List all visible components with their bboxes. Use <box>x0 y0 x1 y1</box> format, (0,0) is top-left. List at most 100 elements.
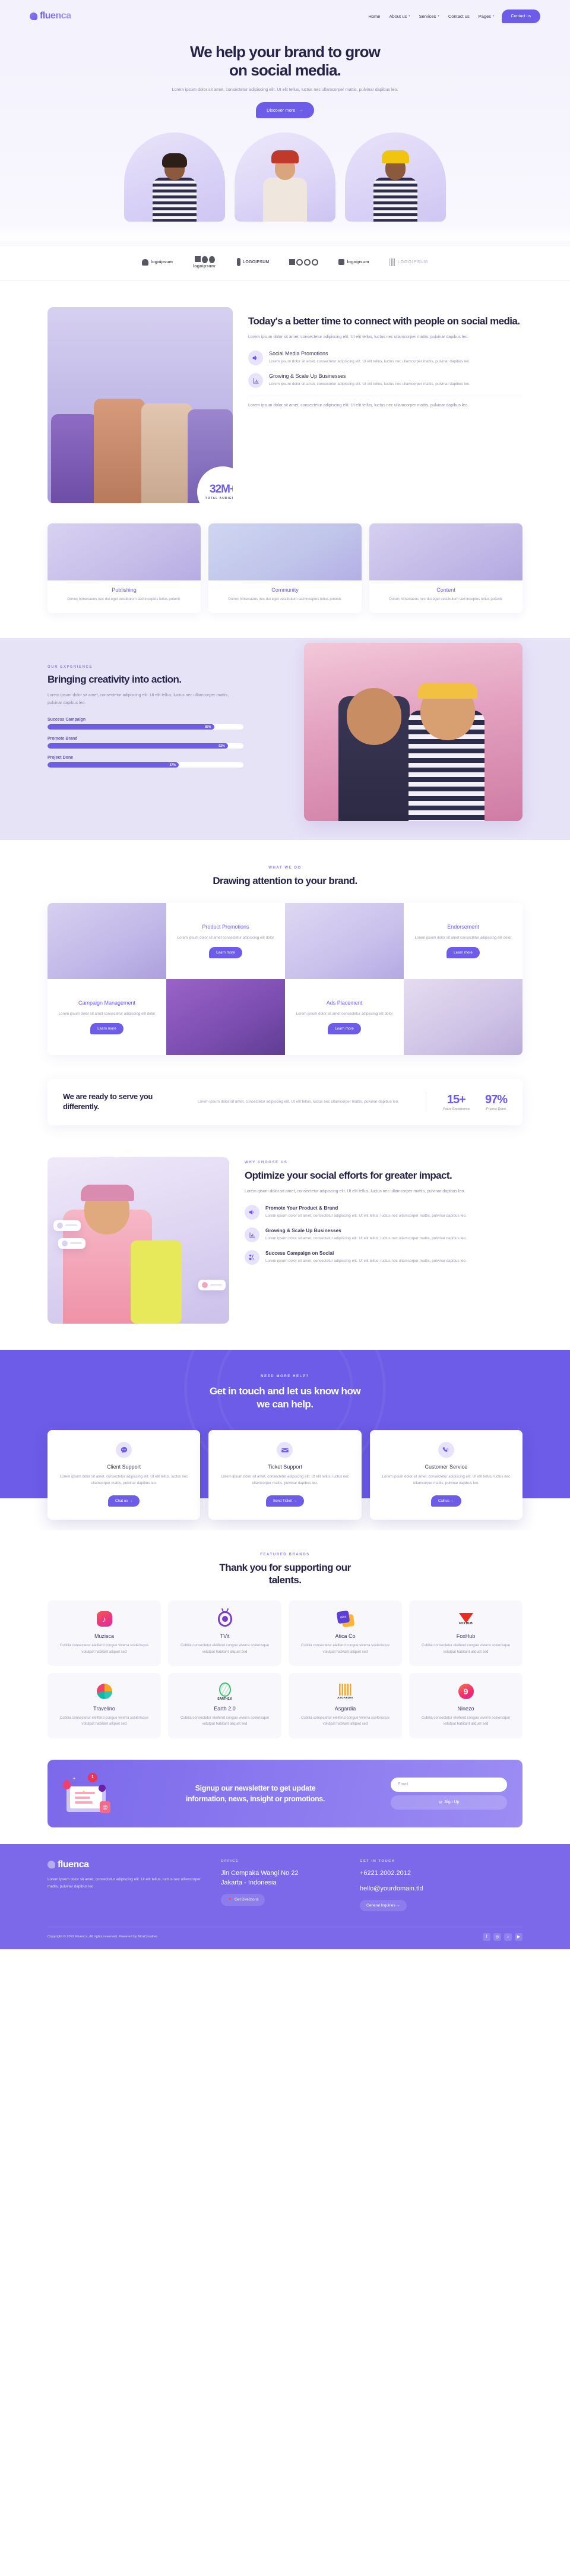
tiktok-icon[interactable]: ♪ <box>504 1933 512 1941</box>
feature-title: Growing & Scale Up Businesses <box>269 373 346 380</box>
feature-title: Social Media Promotions <box>269 351 328 357</box>
hero-discover-button[interactable]: Discover more → <box>256 102 314 118</box>
nav-item-home[interactable]: Home <box>368 14 380 19</box>
facebook-icon[interactable]: f <box>483 1933 490 1941</box>
earth-logo-text: EARTH2.0 <box>217 1697 232 1701</box>
experience-copy: OUR EXPERIENCE Bringing creativity into … <box>48 665 243 775</box>
ninezo-glyph: 9 <box>463 1687 468 1697</box>
brand-logo[interactable]: fluenca <box>30 11 71 21</box>
envelope-icon: ✉ <box>438 1800 442 1805</box>
brand-name: Earth 2.0 <box>214 1706 236 1712</box>
support-title: Customer Service <box>425 1464 468 1470</box>
connect-intro: Lorem ipsum dolor sit amet, consectetur … <box>248 334 469 339</box>
footer-about-text: Lorem ipsum dolor sit amet, consectetur … <box>48 1877 201 1889</box>
map-pin-icon: 📍 <box>227 1898 232 1902</box>
partner-logo-label: LOGOIPSUM <box>397 260 429 264</box>
nav-item-services[interactable]: Services ▾ <box>419 14 439 19</box>
brand-name: Asgardia <box>334 1706 356 1712</box>
wwd-card-title: Campaign Management <box>78 1000 136 1006</box>
brand-text: Cubilia consectetur eleifend congue vive… <box>180 1643 270 1654</box>
chevron-down-icon: ▾ <box>408 14 410 18</box>
card-image <box>208 523 362 580</box>
service-card-content[interactable]: Content Donec himenaeos nec dui eget ves… <box>369 523 522 614</box>
brand-name: Atica Co <box>335 1633 356 1640</box>
why-choose-us-section: WHY CHOOSE US Optimize your social effor… <box>48 1151 522 1350</box>
hero-subtitle: Lorem ipsum dolor sit amet, consectetur … <box>172 87 398 93</box>
avatar <box>57 1222 63 1229</box>
brand-name: Ninezo <box>457 1706 474 1712</box>
envelope-icon <box>277 1442 293 1459</box>
connect-copy: Today's a better time to connect with pe… <box>248 307 522 410</box>
get-directions-button[interactable]: 📍 Get Directions <box>221 1893 265 1906</box>
brand-card-foxhub[interactable]: FOX HUB FoxHub Cubilia consectetur eleif… <box>409 1600 522 1666</box>
youtube-icon[interactable]: ▶ <box>515 1933 522 1941</box>
ninezo-logo: 9 <box>457 1682 475 1700</box>
hero-photo-3 <box>345 132 446 222</box>
brand-card-muzisca[interactable]: ♪ Muzisca Cubilia consectetur eleifend c… <box>48 1600 161 1666</box>
call-us-button[interactable]: Call us → <box>430 1495 461 1507</box>
chat-bubble-icon <box>116 1442 132 1459</box>
experience-text: Lorem ipsum dolor sit amet, consectetur … <box>48 693 229 705</box>
footer-phone[interactable]: +6221.2002.2012 <box>360 1869 484 1879</box>
nav-item-pages[interactable]: Pages ▾ <box>479 14 495 19</box>
brand-card-ninezo[interactable]: 9 Ninezo Cubilia consectetur eleifend co… <box>409 1673 522 1738</box>
wwd-learn-more-button[interactable]: Learn more <box>328 1023 361 1035</box>
newsletter-email-input[interactable] <box>391 1777 507 1792</box>
brand-name: Muzisca <box>94 1633 114 1640</box>
service-card-community[interactable]: Community Donec himenaeos nec dui eget v… <box>208 523 362 614</box>
wwd-learn-more-button[interactable]: Learn more <box>209 947 242 959</box>
wwd-card-endorsement: Endorsement Lorem ipsum dolor sit amet c… <box>404 903 522 980</box>
brand-grid: ♪ Muzisca Cubilia consectetur eleifend c… <box>48 1600 522 1738</box>
brand-text: Cubilia consectetur eleifend congue vive… <box>180 1716 270 1726</box>
header-contact-button[interactable]: Contact us <box>501 9 540 23</box>
wwd-learn-more-button[interactable]: Learn more <box>446 947 480 959</box>
brand-card-earth20[interactable]: EARTH2.0 Earth 2.0 Cubilia consectetur e… <box>168 1673 281 1738</box>
brand-name: TVit <box>220 1633 230 1640</box>
brand-card-atica[interactable]: atica Atica Co Cubilia consectetur eleif… <box>289 1600 402 1666</box>
brand-card-tvit[interactable]: TVit Cubilia consectetur eleifend congue… <box>168 1600 281 1666</box>
top-navigation: fluenca Home About us ▾ Services ▾ Contact… <box>30 0 540 27</box>
wwd-image-3 <box>166 979 285 1056</box>
asgardia-logo-text: ASGARDIA <box>337 1696 353 1700</box>
why-photo <box>48 1157 229 1324</box>
service-card-publishing[interactable]: Publishing Donec himenaeos nec dui eget … <box>48 523 201 614</box>
nav-item-contact-us[interactable]: Contact us <box>448 14 470 19</box>
stat-label: Project Done <box>486 1107 506 1112</box>
why-title: Optimize your social efforts for greater… <box>245 1169 452 1181</box>
phone-ring-icon <box>438 1442 454 1459</box>
brand-card-asgardia[interactable]: ASGARDIA Asgardia Cubilia consectetur el… <box>289 1673 402 1738</box>
footer-email[interactable]: hello@yourdomain.tld <box>360 1884 484 1894</box>
chat-us-button[interactable]: Chat us → <box>108 1495 140 1507</box>
progress-track: 92% <box>48 743 243 749</box>
arrow-right-icon: → <box>299 107 303 113</box>
nav-item-about-us[interactable]: About us ▾ <box>389 14 410 19</box>
support-text: Lorem ipsum dolor sit amet, consectetur … <box>382 1475 511 1486</box>
stat-value: 97% <box>484 1093 508 1107</box>
progress-label: Project Done <box>48 756 74 760</box>
general-inquiries-button[interactable]: General Inquiries → <box>360 1899 407 1911</box>
hero-title: We help your brand to grow on social med… <box>0 43 570 79</box>
cta-title-line1: Get in touch and let us know how <box>209 1385 361 1397</box>
wwd-card-text: Lorem ipsum dolor sit amet consectetur a… <box>58 1011 156 1016</box>
wwd-image-4 <box>404 979 522 1056</box>
placeholder-line <box>65 1224 77 1227</box>
brand-text: Cubilia consectetur eleifend congue vive… <box>421 1716 511 1726</box>
newsletter-signup-button[interactable]: ✉ Sign Up <box>391 1795 507 1810</box>
wwd-card-title: Product Promotions <box>202 924 249 930</box>
stat-label: Years Experience <box>442 1107 470 1112</box>
footer-office-address: Jln Cempaka Wangi No 22 Jakarta - Indone… <box>221 1869 346 1888</box>
nav-label: Contact us <box>448 13 470 19</box>
floating-chip-2 <box>58 1238 86 1249</box>
footer-logo[interactable]: fluenca <box>48 1860 207 1870</box>
what-we-do-section: WHAT WE DO Drawing attention to your bra… <box>48 840 522 1079</box>
brand-card-travelino[interactable]: Travelino Cubilia consectetur eleifend c… <box>48 1673 161 1738</box>
card-title: Community <box>271 586 299 593</box>
send-ticket-button[interactable]: Send Ticket → <box>265 1495 305 1507</box>
partner-logo-label: logoipsum <box>347 260 369 264</box>
cta-title-line2: we can help. <box>256 1399 314 1410</box>
instagram-icon[interactable]: ◎ <box>493 1933 501 1941</box>
wwd-card-ads-placement: Ads Placement Lorem ipsum dolor sit amet… <box>285 979 404 1056</box>
contact-cta-section: NEED MORE HELP? Get in touch and let us … <box>0 1349 570 1530</box>
support-card-row: Client Support Lorem ipsum dolor sit ame… <box>48 1430 522 1520</box>
wwd-learn-more-button[interactable]: Learn more <box>90 1023 124 1035</box>
